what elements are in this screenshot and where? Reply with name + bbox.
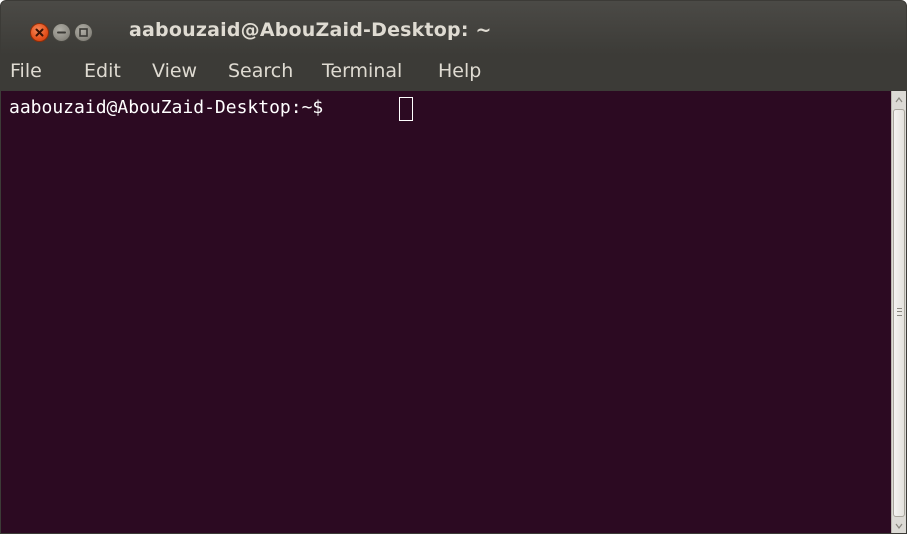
shell-prompt: aabouzaid@AbouZaid-Desktop:~$ bbox=[9, 97, 335, 118]
vertical-scrollbar[interactable] bbox=[891, 91, 906, 533]
menu-item-file[interactable]: File bbox=[10, 60, 42, 82]
terminal-window: aabouzaid@AbouZaid-Desktop: ~ File Edit … bbox=[0, 0, 907, 534]
title-bar[interactable]: aabouzaid@AbouZaid-Desktop: ~ bbox=[1, 1, 906, 55]
menu-bar: File Edit View Search Terminal Help bbox=[1, 55, 906, 91]
menu-item-view[interactable]: View bbox=[152, 60, 197, 82]
maximize-button[interactable] bbox=[74, 23, 93, 42]
close-button[interactable] bbox=[30, 23, 49, 42]
menu-item-help[interactable]: Help bbox=[438, 60, 481, 82]
scroll-down-arrow-icon[interactable] bbox=[894, 521, 904, 531]
window-title: aabouzaid@AbouZaid-Desktop: ~ bbox=[129, 19, 492, 41]
text-cursor bbox=[399, 97, 413, 121]
menu-item-terminal[interactable]: Terminal bbox=[322, 60, 402, 82]
close-icon bbox=[35, 28, 44, 37]
menu-item-search[interactable]: Search bbox=[228, 60, 293, 82]
scroll-up-arrow-icon[interactable] bbox=[894, 95, 904, 105]
scrollbar-thumb[interactable] bbox=[893, 109, 905, 517]
minimize-button[interactable] bbox=[52, 23, 71, 42]
grip-icon bbox=[897, 308, 902, 316]
terminal-area[interactable]: aabouzaid@AbouZaid-Desktop:~$ bbox=[1, 91, 891, 533]
minimize-icon bbox=[57, 31, 66, 34]
menu-item-edit[interactable]: Edit bbox=[84, 60, 121, 82]
maximize-icon bbox=[79, 28, 88, 37]
